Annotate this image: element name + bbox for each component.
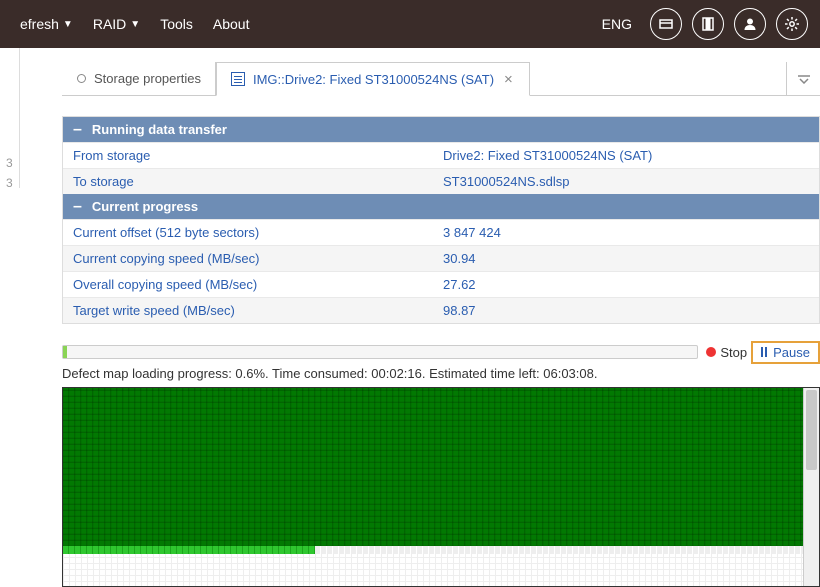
progress-bar-row: Stop Pause bbox=[62, 342, 820, 362]
top-menu-bar: efresh▼ RAID▼ Tools About ENG bbox=[0, 0, 820, 48]
table-row: Current offset (512 byte sectors) 3 847 … bbox=[63, 219, 819, 245]
map-processed-area bbox=[63, 388, 819, 546]
row-label: Current copying speed (MB/sec) bbox=[63, 246, 433, 271]
tab-label: Storage properties bbox=[94, 71, 201, 86]
close-icon[interactable]: × bbox=[502, 71, 515, 88]
table-row: Target write speed (MB/sec) 98.87 bbox=[63, 297, 819, 323]
pause-label: Pause bbox=[773, 345, 810, 360]
section-header-progress[interactable]: – Current progress bbox=[63, 194, 819, 219]
defect-map[interactable] bbox=[62, 387, 820, 587]
language-selector[interactable]: ENG bbox=[602, 16, 632, 32]
collapse-icon: – bbox=[73, 201, 82, 213]
sidebar-text: 3 bbox=[6, 176, 13, 190]
row-value: Drive2: Fixed ST31000524NS (SAT) bbox=[433, 143, 819, 168]
row-value: ST31000524NS.sdlsp bbox=[433, 169, 819, 194]
scrollbar[interactable] bbox=[803, 388, 819, 586]
table-row: From storage Drive2: Fixed ST31000524NS … bbox=[63, 142, 819, 168]
pause-button[interactable]: Pause bbox=[751, 341, 820, 364]
topbar-right: ENG bbox=[602, 8, 808, 40]
map-partial-row bbox=[63, 546, 819, 554]
tab-label: IMG::Drive2: Fixed ST31000524NS (SAT) bbox=[253, 72, 494, 87]
row-value: 30.94 bbox=[433, 246, 819, 271]
table-row: Current copying speed (MB/sec) 30.94 bbox=[63, 245, 819, 271]
pause-icon bbox=[761, 347, 767, 357]
row-label: Current offset (512 byte sectors) bbox=[63, 220, 433, 245]
circle-icon bbox=[77, 74, 86, 83]
main-menu: efresh▼ RAID▼ Tools About bbox=[12, 12, 257, 36]
window-icon[interactable] bbox=[650, 8, 682, 40]
menu-about[interactable]: About bbox=[205, 12, 258, 36]
record-icon bbox=[706, 347, 716, 357]
section-header-transfer[interactable]: – Running data transfer bbox=[63, 117, 819, 142]
user-icon[interactable] bbox=[734, 8, 766, 40]
progress-bar bbox=[62, 345, 698, 359]
table-row: To storage ST31000524NS.sdlsp bbox=[63, 168, 819, 194]
tab-storage-properties[interactable]: Storage properties bbox=[62, 62, 216, 96]
status-text: Defect map loading progress: 0.6%. Time … bbox=[62, 364, 820, 383]
stop-button[interactable]: Stop bbox=[720, 345, 747, 360]
gear-icon[interactable] bbox=[776, 8, 808, 40]
progress-fill bbox=[63, 346, 67, 358]
panel-icon[interactable] bbox=[692, 8, 724, 40]
info-panel: – Running data transfer From storage Dri… bbox=[62, 116, 820, 324]
menu-refresh[interactable]: efresh▼ bbox=[12, 12, 81, 36]
map-pending-area bbox=[63, 554, 819, 587]
image-icon bbox=[231, 72, 245, 86]
row-label: To storage bbox=[63, 169, 433, 194]
row-value: 98.87 bbox=[433, 298, 819, 323]
main-area: Storage properties IMG::Drive2: Fixed ST… bbox=[0, 62, 820, 587]
chevron-down-icon: ▼ bbox=[63, 19, 73, 30]
menu-raid[interactable]: RAID▼ bbox=[85, 12, 148, 36]
collapse-tabs-button[interactable] bbox=[786, 62, 820, 96]
scrollbar-thumb[interactable] bbox=[806, 390, 817, 470]
sidebar-sliver: 3 3 bbox=[0, 48, 20, 188]
collapse-icon: – bbox=[73, 124, 82, 136]
row-label: Target write speed (MB/sec) bbox=[63, 298, 433, 323]
section-title: Running data transfer bbox=[92, 122, 227, 137]
row-label: Overall copying speed (MB/sec) bbox=[63, 272, 433, 297]
row-value: 3 847 424 bbox=[433, 220, 819, 245]
menu-tools[interactable]: Tools bbox=[152, 12, 201, 36]
tab-bar: Storage properties IMG::Drive2: Fixed ST… bbox=[62, 62, 820, 96]
tab-img-drive2[interactable]: IMG::Drive2: Fixed ST31000524NS (SAT) × bbox=[216, 62, 530, 96]
chevron-down-icon: ▼ bbox=[130, 19, 140, 30]
table-row: Overall copying speed (MB/sec) 27.62 bbox=[63, 271, 819, 297]
row-label: From storage bbox=[63, 143, 433, 168]
row-value: 27.62 bbox=[433, 272, 819, 297]
section-title: Current progress bbox=[92, 199, 198, 214]
sidebar-text: 3 bbox=[6, 156, 13, 170]
